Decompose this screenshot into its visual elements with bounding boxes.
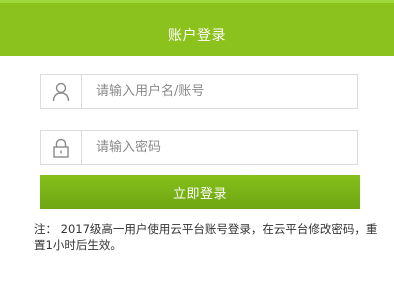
username-input[interactable] [82, 74, 357, 109]
login-note: 注： 2017级高一用户使用云平台账号登录，在云平台修改密码，重置1小时后生效。 [34, 222, 378, 252]
password-field[interactable] [40, 130, 358, 165]
username-field[interactable] [40, 74, 358, 109]
login-panel: 账户登录 立即登录 注： 2017级高一用户使用云平台账号登录，在云平台修改密码… [0, 0, 394, 307]
lock-icon [41, 131, 82, 164]
password-input[interactable] [82, 130, 357, 165]
login-title: 账户登录 [168, 27, 226, 44]
user-icon [41, 75, 82, 108]
login-header: 账户登录 [0, 0, 394, 56]
login-button[interactable]: 立即登录 [40, 175, 360, 209]
